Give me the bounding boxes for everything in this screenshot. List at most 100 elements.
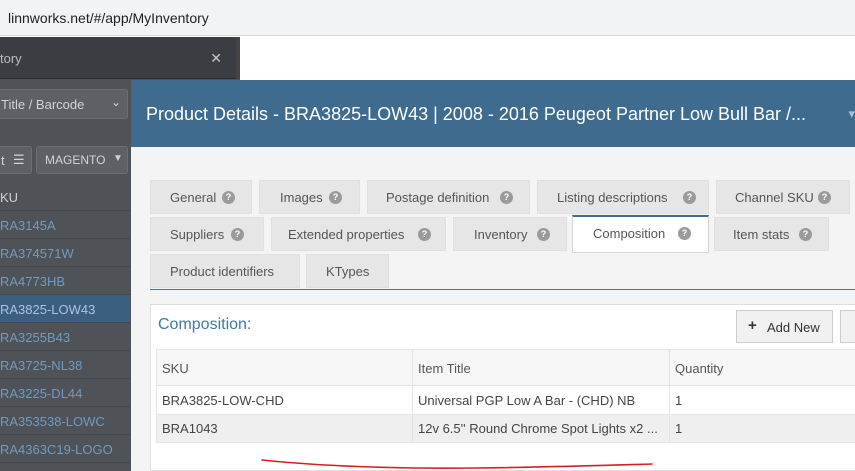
composition-panel: Composition: + Add New SKU Item Title Qu… xyxy=(150,304,855,471)
caret-down-icon: ▼ xyxy=(113,153,123,164)
tab-postage-definition[interactable]: Postage definition ? xyxy=(367,180,530,214)
list-item[interactable]: RA353538-LOWC xyxy=(0,407,130,435)
tab-inventory[interactable]: Inventory ? xyxy=(453,217,567,251)
search-type-value: Title / Barcode xyxy=(1,97,85,112)
list-item[interactable]: RA4773HB xyxy=(0,267,130,295)
cell-text: 12v 6.5'' Round Chrome Spot Lights x2 ..… xyxy=(418,421,658,436)
cell-text: BRA3825-LOW-CHD xyxy=(162,393,284,408)
close-icon[interactable]: ✕ xyxy=(210,50,222,67)
add-new-label: Add New xyxy=(767,320,820,335)
list-header[interactable]: KU xyxy=(0,183,130,211)
view-options-label: t xyxy=(1,153,5,168)
tab-label: Composition xyxy=(593,226,666,241)
list-item[interactable]: RA374571W xyxy=(0,239,130,267)
list-item-sku: RA374571W xyxy=(0,246,74,261)
tab-label: General xyxy=(170,190,217,205)
cell-text: 1 xyxy=(675,421,683,436)
table-row[interactable]: BRA3825-LOW-CHD Universal PGP Low A Bar … xyxy=(156,386,855,415)
chevron-down-icon[interactable]: ▾ xyxy=(848,106,855,122)
column-header-sku[interactable]: SKU xyxy=(156,350,413,385)
cell-sku: BRA1043 xyxy=(156,415,413,442)
tab-divider xyxy=(150,289,855,290)
composition-title: Composition: xyxy=(158,316,252,333)
tab-label: Suppliers xyxy=(170,227,225,242)
inventory-tab-label: tory xyxy=(0,51,22,66)
tab-listing-descriptions[interactable]: Listing descriptions ? xyxy=(537,180,709,214)
list-item-sku: RA3825-LOW43 xyxy=(0,302,96,317)
tab-label: Listing descriptions xyxy=(557,190,668,205)
list-item[interactable]: RA4363C19-LOGO xyxy=(0,435,130,463)
cell-text: 1 xyxy=(675,393,683,408)
column-header-item-title[interactable]: Item Title xyxy=(413,350,670,385)
help-icon[interactable]: ? xyxy=(818,191,831,204)
list-item-sku: RA353538-LOWC xyxy=(0,414,105,429)
url-text: linnworks.net/#/app/MyInventory xyxy=(8,10,209,26)
tab-product-identifiers[interactable]: Product identifiers xyxy=(150,254,300,288)
inventory-tab[interactable]: tory ✕ xyxy=(0,37,236,79)
composition-table: SKU Item Title Quantity BRA3825-LOW-CHD … xyxy=(156,349,855,443)
column-header-quantity[interactable]: Quantity xyxy=(670,350,855,385)
column-header-label: Quantity xyxy=(675,361,724,376)
list-item-sku: RA3145A xyxy=(0,218,56,233)
tab-divider xyxy=(236,37,240,79)
list-item[interactable]: RA3255B43 xyxy=(0,323,130,351)
help-icon[interactable]: ? xyxy=(537,228,550,241)
plus-icon: + xyxy=(748,317,757,334)
view-options-button[interactable]: t ☰ xyxy=(0,146,32,174)
list-item-sku: RA4773HB xyxy=(0,274,66,289)
tab-channel-sku[interactable]: Channel SKU ? xyxy=(716,180,850,214)
tab-label: Images xyxy=(280,190,323,205)
inventory-list: KU RA3145A RA374571W RA4773HB RA3825-LOW… xyxy=(0,183,130,463)
help-icon[interactable]: ? xyxy=(500,191,513,204)
list-item[interactable]: RA3725-NL38 xyxy=(0,351,130,379)
help-icon[interactable]: ? xyxy=(329,191,342,204)
channel-filter-button[interactable]: MAGENTO ▼ xyxy=(36,146,128,174)
chevron-down-icon: ⌄ xyxy=(110,95,121,109)
cell-item-title: 12v 6.5'' Round Chrome Spot Lights x2 ..… xyxy=(413,415,670,442)
list-item[interactable]: RA3145A xyxy=(0,211,130,239)
red-annotation-line xyxy=(261,459,653,469)
cell-text: Universal PGP Low A Bar - (CHD) NB xyxy=(418,393,636,408)
tab-ktypes[interactable]: KTypes xyxy=(306,254,389,288)
cell-item-title: Universal PGP Low A Bar - (CHD) NB xyxy=(413,386,670,414)
add-new-button[interactable]: + Add New xyxy=(736,310,833,343)
menu-icon: ☰ xyxy=(13,152,25,167)
column-header-label: SKU xyxy=(162,361,189,376)
channel-filter-label: MAGENTO xyxy=(45,153,106,167)
tab-images[interactable]: Images ? xyxy=(259,180,360,214)
tab-label: KTypes xyxy=(326,264,370,279)
tab-label: Item stats xyxy=(733,227,790,242)
help-icon[interactable]: ? xyxy=(799,228,812,241)
cell-quantity[interactable]: 1 xyxy=(670,386,855,414)
modal-header: Product Details - BRA3825-LOW43 | 2008 -… xyxy=(131,80,855,147)
tab-composition[interactable]: Composition ? xyxy=(572,215,709,253)
tab-general[interactable]: General ? xyxy=(150,180,252,214)
list-item-sku: RA3725-NL38 xyxy=(0,358,83,373)
list-item[interactable]: RA3225-DL44 xyxy=(0,379,130,407)
help-icon[interactable]: ? xyxy=(678,227,691,240)
help-icon[interactable]: ? xyxy=(418,228,431,241)
tab-suppliers[interactable]: Suppliers ? xyxy=(150,217,264,251)
cell-sku: BRA3825-LOW-CHD xyxy=(156,386,413,414)
tab-item-stats[interactable]: Item stats ? xyxy=(714,217,829,251)
help-icon[interactable]: ? xyxy=(231,228,244,241)
help-icon[interactable]: ? xyxy=(683,191,696,204)
list-item-sku: RA3255B43 xyxy=(0,330,71,345)
list-item-sku: RA4363C19-LOGO xyxy=(0,442,113,457)
table-header-row: SKU Item Title Quantity xyxy=(156,349,855,386)
table-row[interactable]: BRA1043 12v 6.5'' Round Chrome Spot Ligh… xyxy=(156,415,855,443)
cell-text: BRA1043 xyxy=(162,421,218,436)
modal-title: Product Details - BRA3825-LOW43 | 2008 -… xyxy=(146,104,807,124)
search-type-select[interactable]: Title / Barcode ⌄ xyxy=(0,89,128,119)
tab-label: Postage definition xyxy=(386,190,490,205)
list-item-sku: RA3225-DL44 xyxy=(0,386,83,401)
cell-quantity[interactable]: 1 xyxy=(670,415,855,442)
tab-extended-properties[interactable]: Extended properties ? xyxy=(271,217,446,251)
browser-address-bar[interactable]: linnworks.net/#/app/MyInventory xyxy=(0,0,855,36)
more-actions-button[interactable] xyxy=(840,310,855,343)
tab-label: Product identifiers xyxy=(170,264,275,279)
help-icon[interactable]: ? xyxy=(222,191,235,204)
column-header-label: Item Title xyxy=(418,361,471,376)
tab-label: Channel SKU xyxy=(735,190,814,205)
list-item-selected[interactable]: RA3825-LOW43 xyxy=(0,295,130,323)
